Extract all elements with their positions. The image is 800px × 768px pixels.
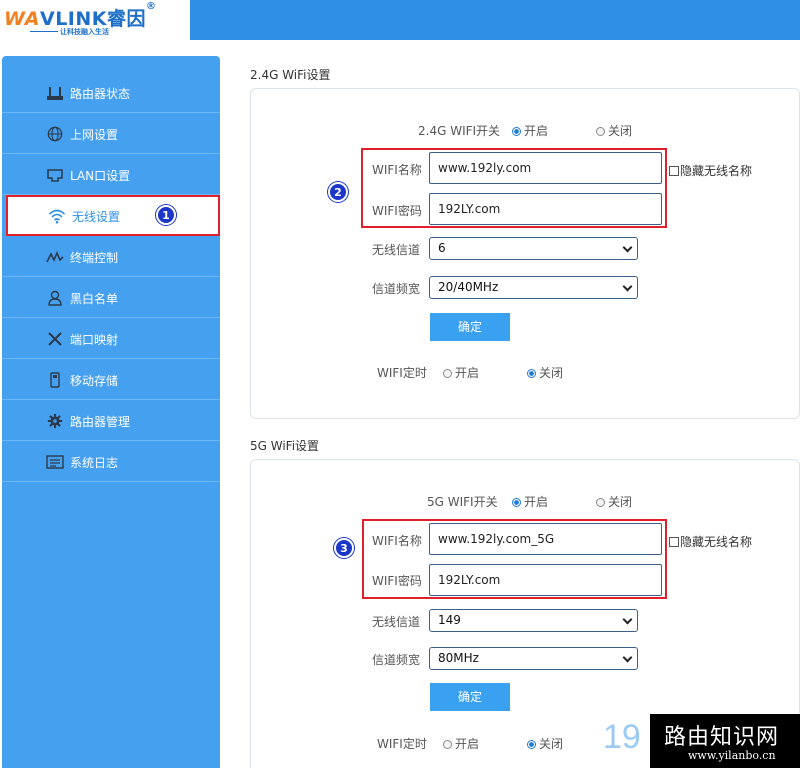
wifi24-ssid-label: WIFI名称 bbox=[372, 163, 422, 177]
gear-icon bbox=[46, 413, 64, 429]
wifi5-section-title: 5G WiFi设置 bbox=[250, 439, 320, 453]
wifi24-channel-select[interactable]: 6 bbox=[429, 237, 638, 260]
sidebar-item-system-log[interactable]: 系统日志 bbox=[2, 441, 220, 482]
tools-icon bbox=[46, 331, 64, 347]
sidebar-item-label: 端口映射 bbox=[70, 333, 119, 347]
watermark-title: 路由知识网 bbox=[664, 725, 780, 750]
wifi5-password-label: WIFI密码 bbox=[372, 574, 422, 588]
top-header: WAVLINK睿因® 让科技融入生活 bbox=[0, 0, 800, 40]
sidebar-item-port-mapping[interactable]: 端口映射 bbox=[2, 318, 220, 359]
wifi24-section-title: 2.4G WiFi设置 bbox=[250, 68, 331, 82]
callout-badge-1: 1 bbox=[156, 205, 176, 225]
lan-port-icon bbox=[46, 167, 64, 183]
wifi24-timer-off-radio[interactable]: 关闭 bbox=[527, 364, 563, 381]
chevron-down-icon bbox=[622, 242, 633, 253]
registered-mark: ® bbox=[146, 1, 157, 12]
radio-unselected-icon bbox=[596, 127, 605, 136]
callout-badge-3: 3 bbox=[334, 538, 354, 558]
wifi5-channel-select[interactable]: 149 bbox=[429, 609, 638, 632]
log-icon bbox=[46, 454, 64, 470]
sidebar-item-terminal-control[interactable]: 终端控制 bbox=[2, 236, 220, 277]
chevron-down-icon bbox=[622, 652, 633, 663]
sidebar-item-label: 移动存储 bbox=[70, 374, 119, 388]
brand-logo: WAVLINK睿因® 让科技融入生活 bbox=[0, 0, 190, 40]
wifi5-hide-ssid-checkbox[interactable]: 隐藏无线名称 bbox=[669, 533, 752, 550]
callout-badge-2: 2 bbox=[328, 182, 348, 202]
watermark: 路由知识网 www.yilanbo.cn bbox=[650, 714, 800, 768]
pulse-icon bbox=[46, 249, 64, 265]
watermark-number: 19 bbox=[603, 718, 641, 756]
wifi24-ssid-input[interactable]: www.192ly.com bbox=[429, 152, 662, 184]
radio-unselected-icon bbox=[596, 498, 605, 507]
wifi5-timer-label: WIFI定时 bbox=[377, 737, 427, 751]
wifi24-bandwidth-select[interactable]: 20/40MHz bbox=[429, 276, 638, 299]
wifi24-switch-label: 2.4G WIFI开关 bbox=[418, 124, 501, 138]
wifi24-password-input[interactable]: 192LY.com bbox=[429, 193, 662, 225]
sidebar-item-internet[interactable]: 上网设置 bbox=[2, 113, 220, 154]
brand-name-prefix: WA bbox=[4, 8, 40, 30]
chevron-down-icon bbox=[622, 281, 633, 292]
radio-unselected-icon bbox=[443, 369, 452, 378]
checkbox-icon bbox=[669, 166, 679, 176]
checkbox-icon bbox=[669, 537, 679, 547]
usb-storage-icon bbox=[46, 372, 64, 388]
radio-selected-icon bbox=[527, 740, 536, 749]
sidebar-item-router-management[interactable]: 路由器管理 bbox=[2, 400, 220, 441]
wifi5-timer-on-radio[interactable]: 开启 bbox=[443, 735, 479, 752]
sidebar-item-lan[interactable]: LAN口设置 bbox=[2, 154, 220, 195]
wifi5-timer-off-radio[interactable]: 关闭 bbox=[527, 735, 563, 752]
wifi5-channel-label: 无线信道 bbox=[372, 615, 421, 629]
wifi24-hide-ssid-checkbox[interactable]: 隐藏无线名称 bbox=[669, 162, 752, 179]
wifi24-confirm-button[interactable]: 确定 bbox=[430, 313, 510, 341]
wifi5-ssid-label: WIFI名称 bbox=[372, 534, 422, 548]
brand-name-cn: 睿因 bbox=[107, 8, 147, 30]
wifi5-switch-on-radio[interactable]: 开启 bbox=[512, 493, 548, 510]
sidebar-item-label: 系统日志 bbox=[70, 456, 119, 470]
brand-slogan: 让科技融入生活 bbox=[60, 28, 109, 36]
sidebar-item-label: 路由器状态 bbox=[70, 87, 131, 101]
wifi5-bandwidth-label: 信道频宽 bbox=[372, 653, 421, 667]
wifi-icon bbox=[48, 208, 66, 224]
radio-selected-icon bbox=[512, 127, 521, 136]
sidebar-item-label: 无线设置 bbox=[72, 210, 121, 224]
sidebar-item-router-status[interactable]: 路由器状态 bbox=[2, 72, 220, 113]
wifi5-switch-off-radio[interactable]: 关闭 bbox=[596, 493, 632, 510]
wifi24-timer-label: WIFI定时 bbox=[377, 366, 427, 380]
wifi24-timer-on-radio[interactable]: 开启 bbox=[443, 364, 479, 381]
slogan-divider bbox=[30, 31, 58, 32]
sidebar-item-label: 上网设置 bbox=[70, 128, 119, 142]
sidebar-item-black-white-list[interactable]: 黑白名单 bbox=[2, 277, 220, 318]
sidebar-item-label: 黑白名单 bbox=[70, 292, 119, 306]
sidebar: 路由器状态 上网设置 LAN口设置 无线设置 终端控制 黑白名单 端口映射 移动… bbox=[2, 56, 220, 768]
watermark-url: www.yilanbo.cn bbox=[688, 749, 776, 762]
sidebar-item-mobile-storage[interactable]: 移动存储 bbox=[2, 359, 220, 400]
radio-selected-icon bbox=[512, 498, 521, 507]
globe-icon bbox=[46, 126, 64, 142]
wifi5-ssid-input[interactable]: www.192ly.com_5G bbox=[429, 523, 662, 555]
wifi5-password-input[interactable]: 192LY.com bbox=[429, 564, 662, 596]
sidebar-item-label: 终端控制 bbox=[70, 251, 119, 265]
sidebar-item-label: LAN口设置 bbox=[70, 169, 131, 183]
wifi5-switch-label: 5G WIFI开关 bbox=[427, 495, 498, 509]
user-icon bbox=[46, 290, 64, 306]
wifi5-bandwidth-select[interactable]: 80MHz bbox=[429, 647, 638, 670]
wifi24-bandwidth-label: 信道频宽 bbox=[372, 282, 421, 296]
wifi24-switch-off-radio[interactable]: 关闭 bbox=[596, 122, 632, 139]
router-status-icon bbox=[46, 85, 64, 101]
wifi24-channel-label: 无线信道 bbox=[372, 243, 421, 257]
wifi24-switch-on-radio[interactable]: 开启 bbox=[512, 122, 548, 139]
wifi24-password-label: WIFI密码 bbox=[372, 204, 422, 218]
wifi5-confirm-button[interactable]: 确定 bbox=[430, 683, 510, 711]
sidebar-item-wireless[interactable]: 无线设置 bbox=[6, 195, 220, 236]
radio-unselected-icon bbox=[443, 740, 452, 749]
chevron-down-icon bbox=[622, 614, 633, 625]
radio-selected-icon bbox=[527, 369, 536, 378]
sidebar-item-label: 路由器管理 bbox=[70, 415, 131, 429]
